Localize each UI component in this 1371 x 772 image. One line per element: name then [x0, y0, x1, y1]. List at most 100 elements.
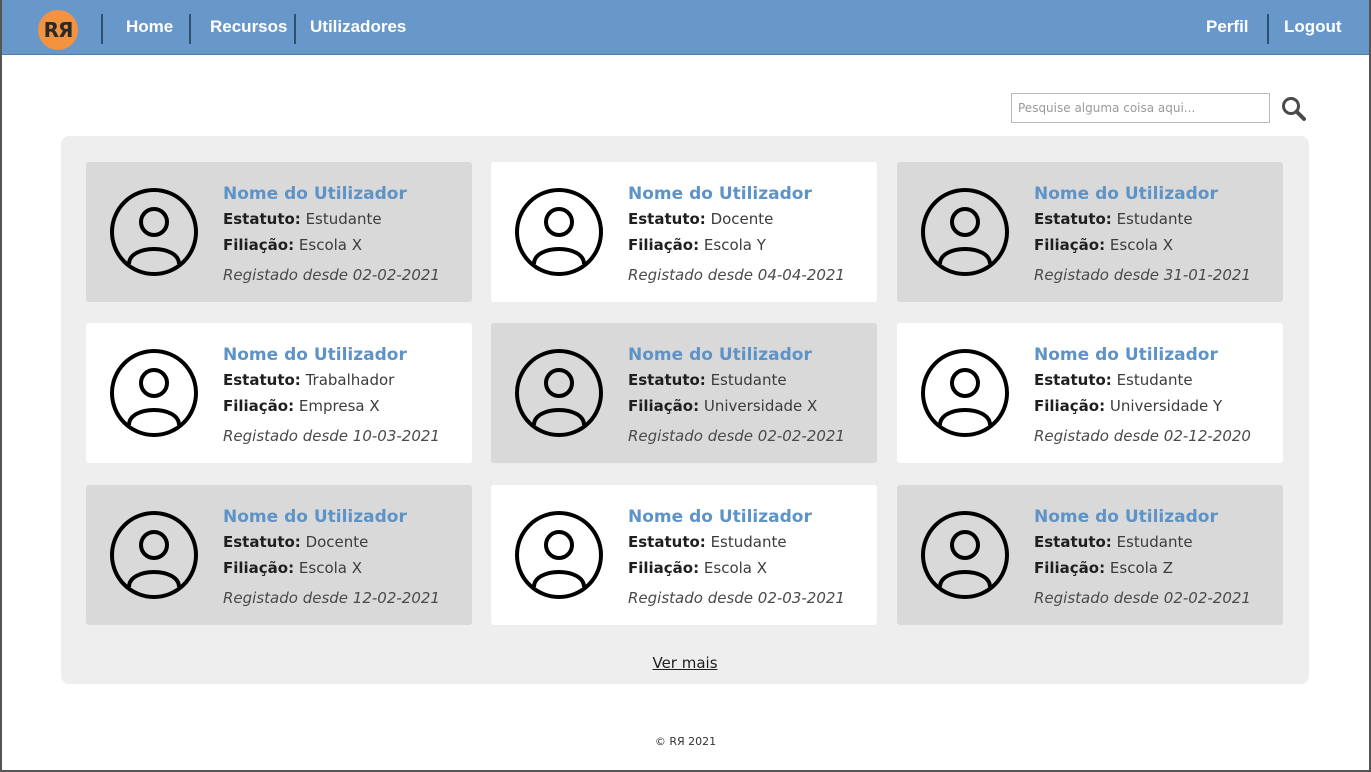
- user-name-link[interactable]: Nome do Utilizador: [628, 182, 868, 206]
- user-name-link[interactable]: Nome do Utilizador: [1034, 505, 1274, 529]
- user-registered-date: Registado desde 02-03-2021: [628, 589, 845, 607]
- user-estatuto: Estatuto: Trabalhador: [223, 367, 463, 393]
- user-avatar-icon: [515, 188, 603, 276]
- filiacao-label: Filiação:: [628, 559, 700, 577]
- filiacao-value: Escola X: [703, 559, 768, 577]
- ver-mais-container: Ver mais: [61, 654, 1309, 673]
- user-name-link[interactable]: Nome do Utilizador: [223, 182, 463, 206]
- filiacao-label: Filiação:: [1034, 397, 1106, 415]
- filiacao-value: Escola X: [298, 236, 363, 254]
- user-info: Nome do Utilizador Estatuto: Estudante Fil…: [628, 343, 868, 449]
- user-avatar-icon: [921, 511, 1009, 599]
- user-filiacao: Filiação: Escola X: [628, 555, 868, 581]
- user-card[interactable]: Nome do Utilizador Estatuto: Estudante Fil…: [897, 485, 1283, 625]
- user-info: Nome do Utilizador Estatuto: Trabalhador F…: [223, 343, 463, 449]
- user-card[interactable]: Nome do Utilizador Estatuto: Estudante Fil…: [491, 485, 877, 625]
- user-filiacao: Filiação: Escola X: [223, 232, 463, 258]
- search-input[interactable]: [1011, 93, 1270, 123]
- user-name-link[interactable]: Nome do Utilizador: [1034, 343, 1274, 367]
- nav-logout-link[interactable]: Logout: [1284, 17, 1342, 37]
- user-estatuto: Estatuto: Estudante: [628, 367, 868, 393]
- filiacao-value: Universidade X: [703, 397, 818, 415]
- estatuto-value: Trabalhador: [305, 371, 395, 389]
- user-info: Nome do Utilizador Estatuto: Estudante Fil…: [1034, 343, 1274, 449]
- user-name-link[interactable]: Nome do Utilizador: [1034, 182, 1274, 206]
- user-card[interactable]: Nome do Utilizador Estatuto: Estudante Fil…: [86, 162, 472, 302]
- user-avatar-icon: [110, 349, 198, 437]
- user-registered-date: Registado desde 02-02-2021: [1034, 589, 1251, 607]
- filiacao-label: Filiação:: [1034, 559, 1106, 577]
- filiacao-value: Escola X: [1109, 236, 1174, 254]
- filiacao-label: Filiação:: [1034, 236, 1106, 254]
- nav-divider: [1267, 14, 1269, 44]
- user-estatuto: Estatuto: Docente: [628, 206, 868, 232]
- user-name-link[interactable]: Nome do Utilizador: [223, 505, 463, 529]
- logo[interactable]: RЯ: [38, 10, 78, 50]
- filiacao-value: Escola Y: [703, 236, 766, 254]
- user-avatar-icon: [515, 511, 603, 599]
- search-icon: [1282, 97, 1306, 121]
- user-filiacao: Filiação: Escola Y: [628, 232, 868, 258]
- estatuto-value: Estudante: [305, 210, 382, 228]
- user-card[interactable]: Nome do Utilizador Estatuto: Docente Filia…: [86, 485, 472, 625]
- nav-perfil-link[interactable]: Perfil: [1206, 17, 1249, 37]
- estatuto-label: Estatuto:: [223, 371, 301, 389]
- user-name-link[interactable]: Nome do Utilizador: [628, 343, 868, 367]
- nav-recursos-link[interactable]: Recursos: [210, 17, 287, 37]
- user-filiacao: Filiação: Escola X: [1034, 232, 1274, 258]
- estatuto-label: Estatuto:: [223, 210, 301, 228]
- user-filiacao: Filiação: Escola X: [223, 555, 463, 581]
- estatuto-label: Estatuto:: [1034, 371, 1112, 389]
- nav-home-link[interactable]: Home: [126, 17, 173, 37]
- estatuto-label: Estatuto:: [628, 210, 706, 228]
- estatuto-value: Docente: [305, 533, 369, 551]
- user-info: Nome do Utilizador Estatuto: Estudante Fil…: [223, 182, 463, 288]
- search-button[interactable]: [1280, 96, 1308, 122]
- user-avatar-icon: [110, 511, 198, 599]
- ver-mais-link[interactable]: Ver mais: [652, 654, 717, 672]
- user-info: Nome do Utilizador Estatuto: Docente Filia…: [628, 182, 868, 288]
- filiacao-value: Escola Z: [1109, 559, 1174, 577]
- user-card[interactable]: Nome do Utilizador Estatuto: Trabalhador F…: [86, 323, 472, 463]
- user-estatuto: Estatuto: Estudante: [1034, 367, 1274, 393]
- user-registered-date: Registado desde 02-02-2021: [223, 266, 440, 284]
- filiacao-value: Escola X: [298, 559, 363, 577]
- user-card[interactable]: Nome do Utilizador Estatuto: Docente Filia…: [491, 162, 877, 302]
- user-filiacao: Filiação: Universidade Y: [1034, 393, 1274, 419]
- user-avatar-icon: [110, 188, 198, 276]
- user-registered-date: Registado desde 02-02-2021: [628, 427, 845, 445]
- estatuto-value: Estudante: [710, 533, 787, 551]
- user-card[interactable]: Nome do Utilizador Estatuto: Estudante Fil…: [897, 323, 1283, 463]
- estatuto-label: Estatuto:: [1034, 533, 1112, 551]
- user-estatuto: Estatuto: Estudante: [628, 529, 868, 555]
- estatuto-value: Estudante: [1116, 533, 1193, 551]
- user-name-link[interactable]: Nome do Utilizador: [628, 505, 868, 529]
- user-avatar-icon: [921, 349, 1009, 437]
- users-panel: Nome do Utilizador Estatuto: Estudante Fil…: [61, 136, 1309, 684]
- estatuto-label: Estatuto:: [628, 371, 706, 389]
- nav-divider: [189, 14, 191, 44]
- estatuto-label: Estatuto:: [1034, 210, 1112, 228]
- nav-utilizadores-link[interactable]: Utilizadores: [310, 17, 406, 37]
- user-info: Nome do Utilizador Estatuto: Docente Filia…: [223, 505, 463, 611]
- filiacao-label: Filiação:: [628, 397, 700, 415]
- user-name-link[interactable]: Nome do Utilizador: [223, 343, 463, 367]
- nav-divider: [294, 14, 296, 44]
- estatuto-value: Estudante: [710, 371, 787, 389]
- navbar: RЯ Home Recursos Utilizadores Perfil Log…: [0, 0, 1371, 55]
- user-registered-date: Registado desde 04-04-2021: [628, 266, 845, 284]
- estatuto-value: Estudante: [1116, 210, 1193, 228]
- estatuto-label: Estatuto:: [628, 533, 706, 551]
- filiacao-label: Filiação:: [223, 236, 295, 254]
- filiacao-label: Filiação:: [223, 559, 295, 577]
- filiacao-label: Filiação:: [628, 236, 700, 254]
- estatuto-label: Estatuto:: [223, 533, 301, 551]
- user-info: Nome do Utilizador Estatuto: Estudante Fil…: [1034, 182, 1274, 288]
- user-card[interactable]: Nome do Utilizador Estatuto: Estudante Fil…: [491, 323, 877, 463]
- user-filiacao: Filiação: Empresa X: [223, 393, 463, 419]
- user-registered-date: Registado desde 10-03-2021: [223, 427, 440, 445]
- user-filiacao: Filiação: Escola Z: [1034, 555, 1274, 581]
- user-avatar-icon: [515, 349, 603, 437]
- nav-divider: [101, 14, 103, 44]
- user-card[interactable]: Nome do Utilizador Estatuto: Estudante Fil…: [897, 162, 1283, 302]
